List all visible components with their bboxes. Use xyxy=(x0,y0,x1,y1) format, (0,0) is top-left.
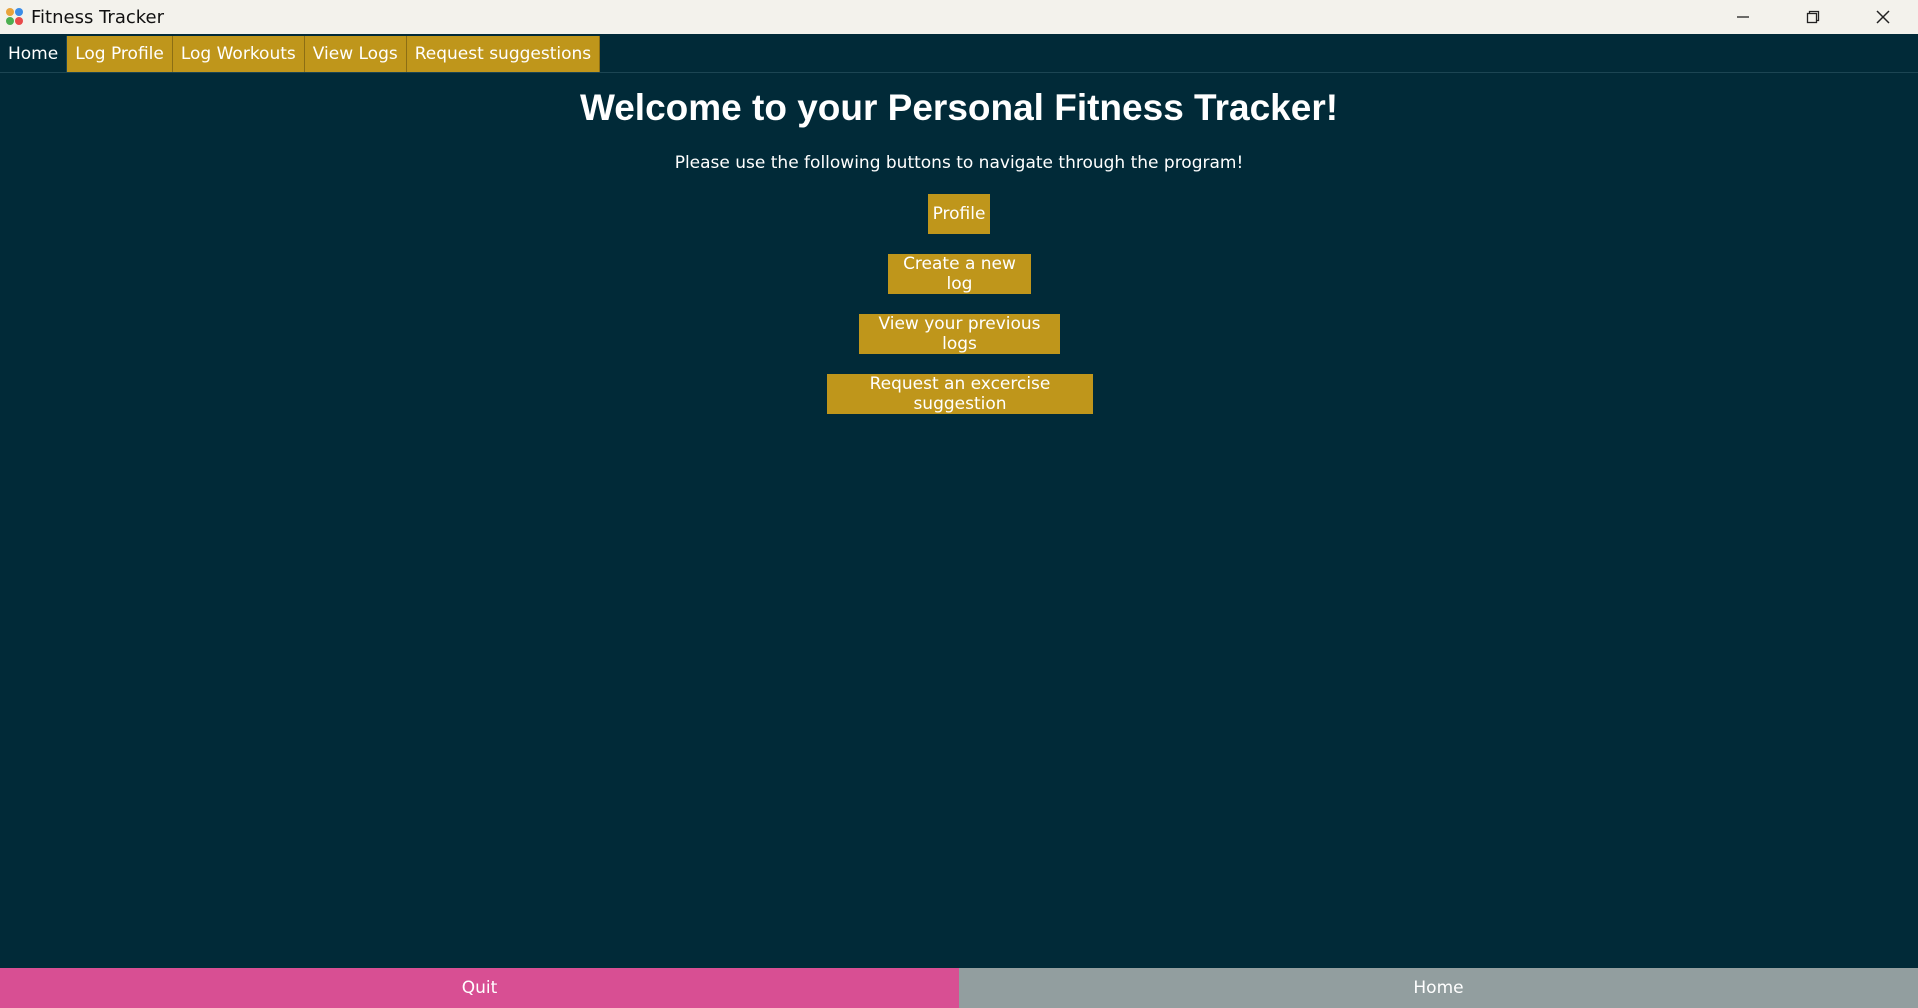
tab-log-profile[interactable]: Log Profile xyxy=(67,36,173,72)
page-subtitle: Please use the following buttons to navi… xyxy=(674,153,1244,173)
restore-button[interactable] xyxy=(1778,0,1848,34)
create-log-button[interactable]: Create a new log xyxy=(888,254,1031,294)
close-icon xyxy=(1876,10,1890,24)
window-controls xyxy=(1708,0,1918,34)
restore-icon xyxy=(1806,10,1820,24)
tab-view-logs[interactable]: View Logs xyxy=(304,36,407,72)
minimize-icon xyxy=(1737,16,1749,18)
tab-request-suggestions[interactable]: Request suggestions xyxy=(406,36,601,72)
tab-home[interactable]: Home xyxy=(0,36,68,72)
page-title: Welcome to your Personal Fitness Tracker… xyxy=(579,87,1339,128)
app-dots-icon xyxy=(5,7,25,27)
close-button[interactable] xyxy=(1848,0,1918,34)
quit-button[interactable]: Quit xyxy=(0,968,959,1008)
profile-button[interactable]: Profile xyxy=(928,194,990,234)
app-window: Fitness Tracker Home Log Profile Log Wor… xyxy=(0,0,1918,1008)
minimize-button[interactable] xyxy=(1708,0,1778,34)
title-bar: Fitness Tracker xyxy=(0,0,1918,34)
bottom-bar: Quit Home xyxy=(0,968,1918,1008)
request-suggestion-button[interactable]: Request an excercise suggestion xyxy=(827,374,1093,414)
home-panel: Welcome to your Personal Fitness Tracker… xyxy=(0,73,1918,968)
view-previous-logs-button[interactable]: View your previous logs xyxy=(859,314,1060,354)
window-title: Fitness Tracker xyxy=(31,6,164,28)
tab-log-workouts[interactable]: Log Workouts xyxy=(172,36,305,72)
tab-strip: Home Log Profile Log Workouts View Logs … xyxy=(0,34,1918,73)
home-button[interactable]: Home xyxy=(959,968,1918,1008)
